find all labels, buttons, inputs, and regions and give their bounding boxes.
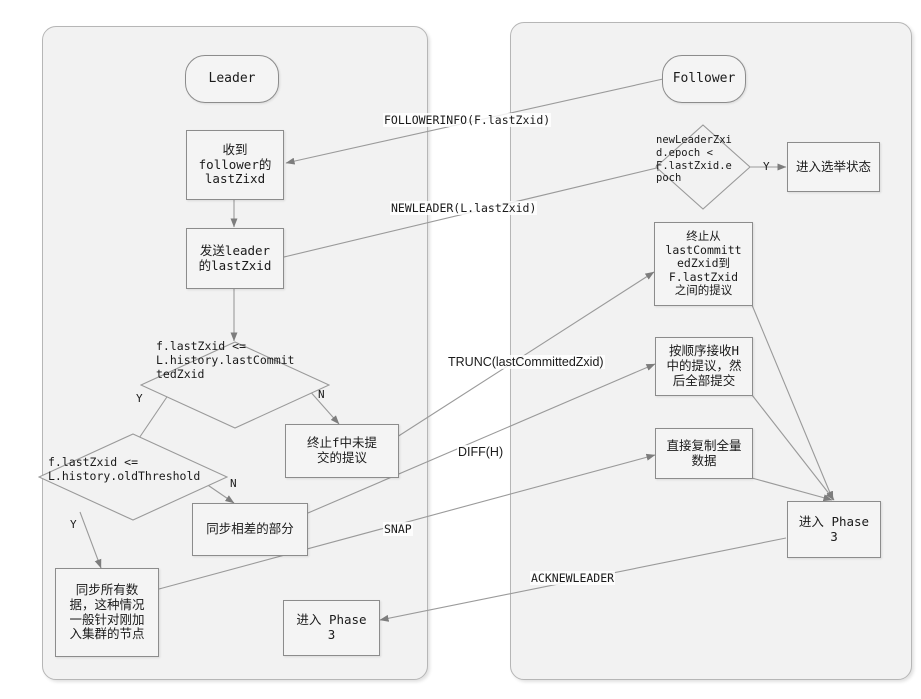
edge-label-newleader: NEWLEADER(L.lastZxid) [390,201,538,215]
edge-label-diff: DIFF(H) [457,445,505,459]
edge-label-acknewleader: ACKNEWLEADER [530,571,616,585]
follower-start-node[interactable]: Follower [662,55,746,103]
decision-newleaderzxid-epoch[interactable]: newLeaderZxi d.epoch < F.lastZxid.e poch [655,124,751,210]
node-follower-enter-phase3[interactable]: 进入 Phase 3 [787,501,881,558]
node-leader-enter-phase3[interactable]: 进入 Phase 3 [283,600,380,656]
branch-label-decision2-yes: Y [70,518,77,531]
node-abort-uncommitted-proposals[interactable]: 终止f中未提 交的提议 [285,424,399,478]
node-abort-proposals-range[interactable]: 终止从 lastCommitt edZxid到 F.lastZxid 之间的提议 [654,222,753,306]
branch-label-decision2-no: N [230,477,237,490]
node-receive-ordered-commit[interactable]: 按顺序接收H 中的提议，然 后全部提交 [655,337,753,396]
node-recv-follower-lastzxid[interactable]: 收到 follower的 lastZixd [186,130,284,200]
node-send-leader-lastzxid[interactable]: 发送leader 的lastZxid [186,228,284,289]
decision-diamond-shape [655,124,751,210]
leader-start-node[interactable]: Leader [185,55,279,103]
edge-label-followerinfo: FOLLOWERINFO(F.lastZxid) [383,113,552,127]
decision-diamond-shape [140,341,330,429]
decision-f-lastzxid-le-lastcommitted[interactable]: f.lastZxid <= L.history.lastCommit tedZx… [140,339,330,429]
branch-label-epoch-yes: Y [763,160,770,173]
flowchart-canvas: Leader 收到 follower的 lastZixd 发送leader 的l… [0,0,921,699]
branch-label-decision1-yes: Y [136,392,143,405]
node-sync-diff-part[interactable]: 同步相差的部分 [192,503,308,556]
node-enter-election-state[interactable]: 进入选举状态 [787,142,880,192]
node-copy-full-data[interactable]: 直接复制全量 数据 [655,428,753,479]
branch-label-decision1-no: N [318,388,325,401]
edge-label-trunc: TRUNC(lastCommittedZxid) [447,355,605,369]
edge-label-snap: SNAP [383,522,413,536]
node-sync-all-data[interactable]: 同步所有数 据，这种情况 一般针对刚加 入集群的节点 [55,568,159,657]
